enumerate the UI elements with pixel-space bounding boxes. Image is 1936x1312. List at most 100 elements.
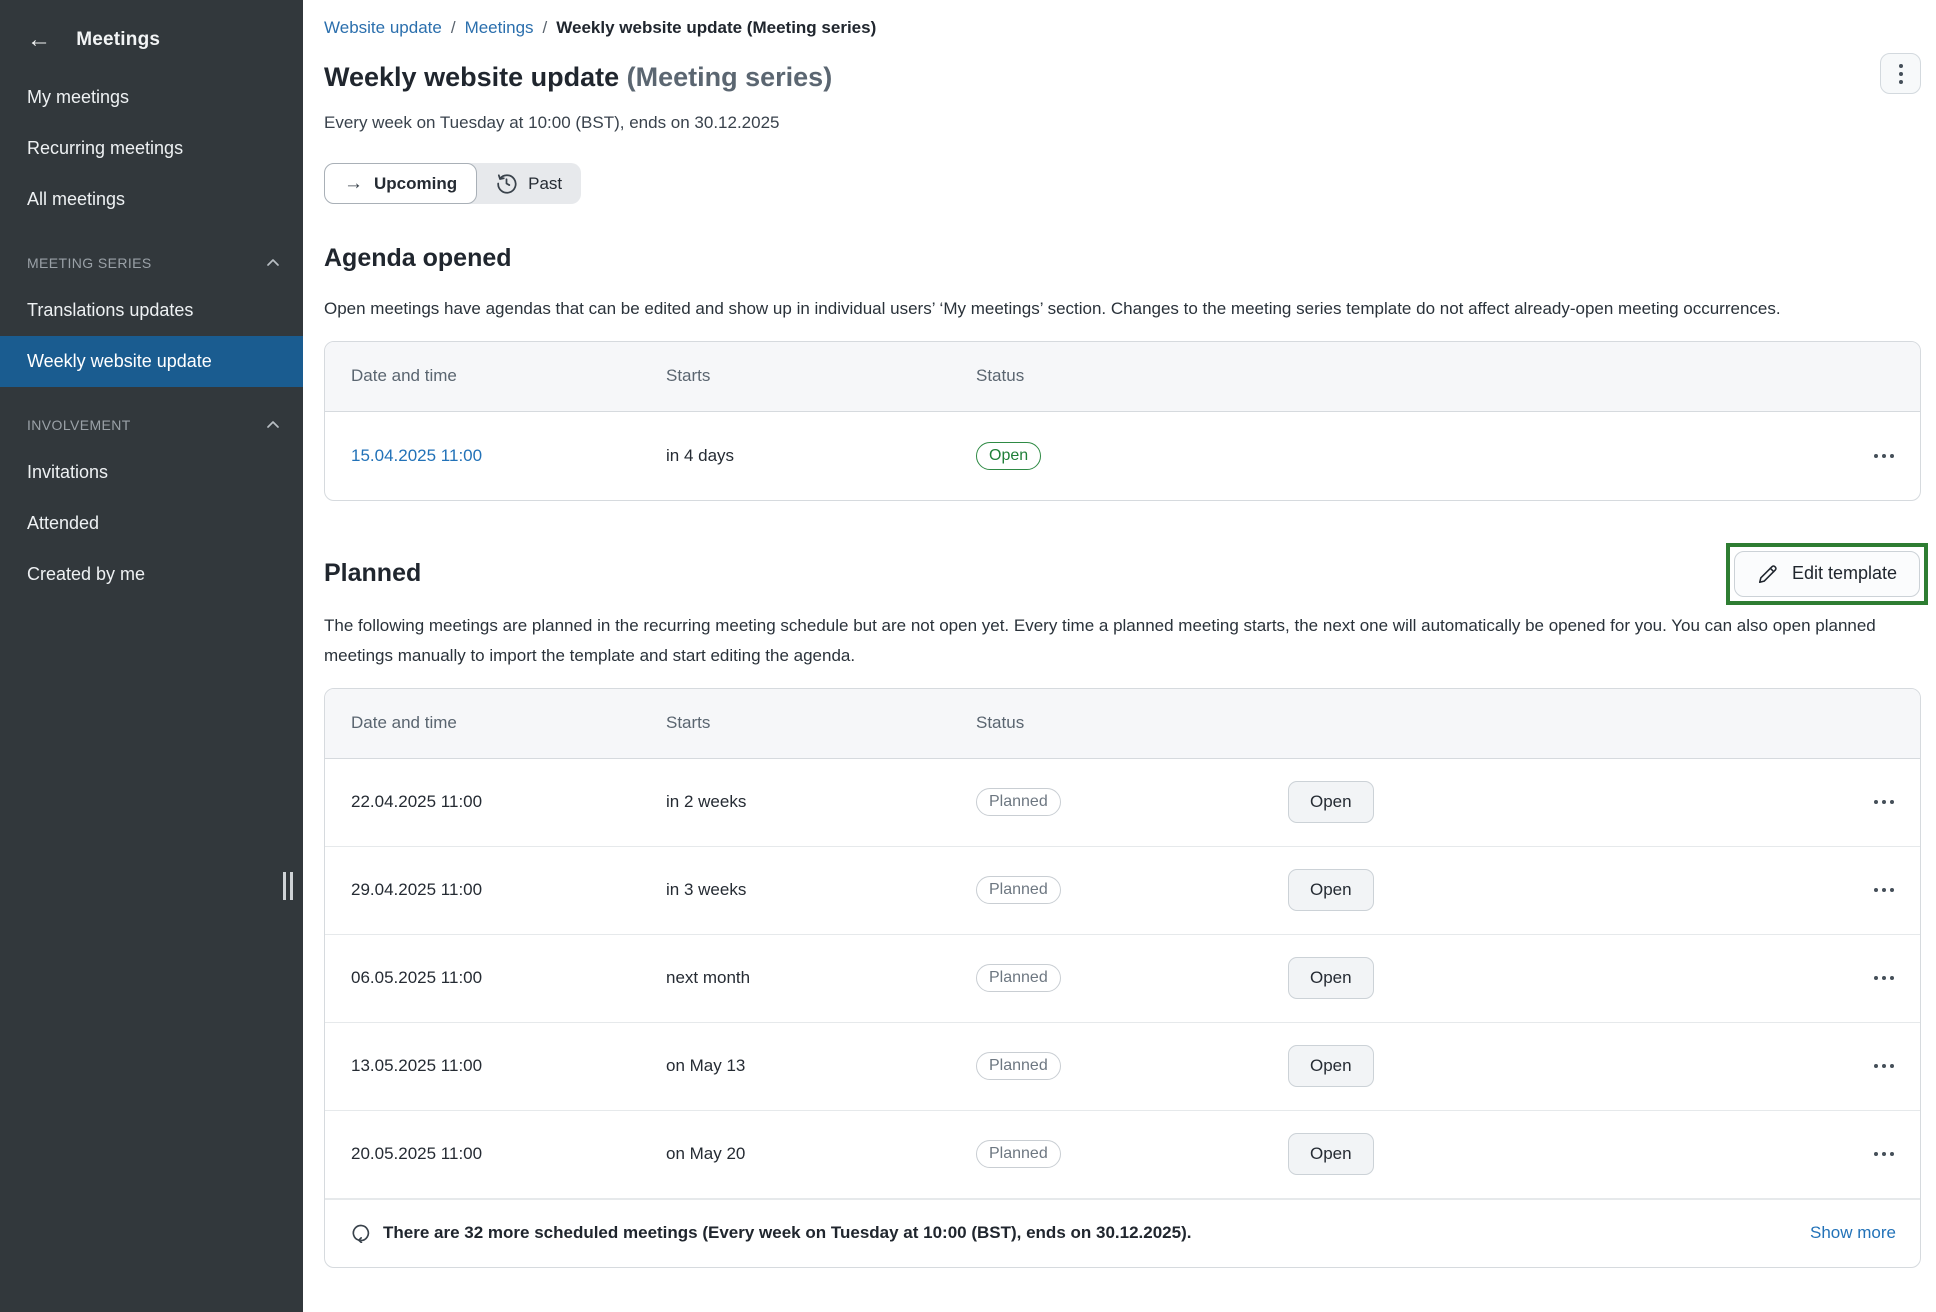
meeting-date: 20.05.2025 11:00 — [351, 1144, 666, 1164]
meeting-starts: in 3 weeks — [666, 880, 976, 900]
meeting-starts: next month — [666, 968, 976, 988]
tab-upcoming[interactable]: → Upcoming — [324, 163, 477, 204]
ellipsis-icon — [1874, 800, 1894, 804]
table-row: 20.05.2025 11:00 on May 20 Planned Open — [325, 1111, 1920, 1199]
agenda-opened-description: Open meetings have agendas that can be e… — [324, 294, 1914, 324]
tab-bar: → Upcoming Past — [324, 163, 581, 204]
sidebar-section-involvement[interactable]: INVOLVEMENT — [0, 403, 303, 447]
open-meeting-button[interactable]: Open — [1288, 957, 1374, 999]
status-badge-planned: Planned — [976, 788, 1061, 816]
tab-past-label: Past — [528, 174, 562, 194]
column-starts: Starts — [666, 713, 976, 733]
open-meeting-button[interactable]: Open — [1288, 869, 1374, 911]
sidebar-item-created-by-me[interactable]: Created by me — [0, 549, 303, 600]
breadcrumb-separator: / — [451, 18, 456, 38]
row-menu-button[interactable] — [1872, 794, 1896, 810]
sidebar-collapse-handle[interactable] — [279, 868, 297, 904]
meeting-date: 13.05.2025 11:00 — [351, 1056, 666, 1076]
open-meeting-button[interactable]: Open — [1288, 1045, 1374, 1087]
breadcrumb-current: Weekly website update (Meeting series) — [556, 18, 876, 38]
column-starts: Starts — [666, 366, 976, 386]
row-menu-button[interactable] — [1872, 882, 1896, 898]
planned-heading: Planned — [324, 559, 421, 588]
table-row: 15.04.2025 11:00 in 4 days Open — [325, 412, 1920, 500]
ellipsis-icon — [1874, 1064, 1894, 1068]
sidebar-item-all-meetings[interactable]: All meetings — [0, 174, 303, 225]
meeting-starts: in 2 weeks — [666, 792, 976, 812]
sidebar-item-translations-updates[interactable]: Translations updates — [0, 285, 303, 336]
ellipsis-icon — [1874, 976, 1894, 980]
page-title-suffix: (Meeting series) — [627, 62, 833, 92]
table-row: 13.05.2025 11:00 on May 13 Planned Open — [325, 1023, 1920, 1111]
table-header: Date and time Starts Status — [325, 342, 1920, 412]
row-menu-button[interactable] — [1872, 1058, 1896, 1074]
table-header: Date and time Starts Status — [325, 689, 1920, 759]
sidebar: ← Meetings My meetings Recurring meeting… — [0, 0, 303, 1312]
breadcrumb-separator: / — [543, 18, 548, 38]
sidebar-section-label: INVOLVEMENT — [27, 417, 131, 433]
ellipsis-vertical-icon — [1899, 64, 1903, 84]
column-date-and-time: Date and time — [351, 366, 666, 386]
table-row: 22.04.2025 11:00 in 2 weeks Planned Open — [325, 759, 1920, 847]
column-status: Status — [976, 366, 1288, 386]
status-badge-open: Open — [976, 442, 1041, 470]
more-meetings-text: There are 32 more scheduled meetings (Ev… — [383, 1223, 1191, 1243]
sidebar-item-attended[interactable]: Attended — [0, 498, 303, 549]
planned-description: The following meetings are planned in th… — [324, 611, 1914, 671]
sidebar-item-recurring-meetings[interactable]: Recurring meetings — [0, 123, 303, 174]
ellipsis-icon — [1874, 1152, 1894, 1156]
meeting-starts: in 4 days — [666, 446, 976, 466]
more-meetings-summary: There are 32 more scheduled meetings (Ev… — [351, 1223, 1191, 1243]
main-content: Website update / Meetings / Weekly websi… — [303, 0, 1936, 1312]
edit-template-label: Edit template — [1792, 563, 1897, 584]
recurrence-icon — [351, 1223, 371, 1243]
pencil-icon — [1757, 563, 1779, 585]
arrow-right-icon: → — [344, 173, 363, 195]
breadcrumb-link-website-update[interactable]: Website update — [324, 18, 442, 38]
status-badge-planned: Planned — [976, 1140, 1061, 1168]
meeting-date: 29.04.2025 11:00 — [351, 880, 666, 900]
chevron-up-icon — [265, 255, 281, 271]
sidebar-header: ← Meetings — [0, 0, 303, 60]
table-row: 29.04.2025 11:00 in 3 weeks Planned Open — [325, 847, 1920, 935]
sidebar-item-my-meetings[interactable]: My meetings — [0, 72, 303, 123]
row-menu-button[interactable] — [1872, 1146, 1896, 1162]
meeting-date-link[interactable]: 15.04.2025 11:00 — [351, 446, 666, 466]
open-meeting-button[interactable]: Open — [1288, 1133, 1374, 1175]
breadcrumb-link-meetings[interactable]: Meetings — [465, 18, 534, 38]
chevron-up-icon — [265, 417, 281, 433]
ellipsis-icon — [1874, 888, 1894, 892]
status-badge-planned: Planned — [976, 964, 1061, 992]
meeting-starts: on May 13 — [666, 1056, 976, 1076]
show-more-link[interactable]: Show more — [1810, 1223, 1896, 1243]
page-menu-button[interactable] — [1880, 53, 1921, 94]
breadcrumb: Website update / Meetings / Weekly websi… — [324, 18, 1921, 38]
meeting-starts: on May 20 — [666, 1144, 976, 1164]
table-footer: There are 32 more scheduled meetings (Ev… — [325, 1199, 1920, 1267]
status-badge-planned: Planned — [976, 1052, 1061, 1080]
column-status: Status — [976, 713, 1288, 733]
edit-template-highlight-box: Edit template — [1726, 543, 1928, 605]
schedule-text: Every week on Tuesday at 10:00 (BST), en… — [324, 113, 1921, 133]
back-arrow-icon[interactable]: ← — [27, 28, 51, 52]
column-date-and-time: Date and time — [351, 713, 666, 733]
tab-past[interactable]: Past — [477, 163, 581, 204]
meeting-date: 22.04.2025 11:00 — [351, 792, 666, 812]
sidebar-item-invitations[interactable]: Invitations — [0, 447, 303, 498]
row-menu-button[interactable] — [1872, 970, 1896, 986]
row-menu-button[interactable] — [1872, 448, 1896, 464]
ellipsis-icon — [1874, 454, 1894, 458]
table-row: 06.05.2025 11:00 next month Planned Open — [325, 935, 1920, 1023]
agenda-opened-heading: Agenda opened — [324, 244, 1921, 273]
sidebar-title: Meetings — [76, 29, 160, 51]
sidebar-nav: My meetings Recurring meetings All meeti… — [0, 72, 303, 600]
sidebar-section-label: MEETING SERIES — [27, 255, 152, 271]
edit-template-button[interactable]: Edit template — [1734, 551, 1920, 597]
status-badge-planned: Planned — [976, 876, 1061, 904]
sidebar-item-weekly-website-update[interactable]: Weekly website update — [0, 336, 303, 387]
planned-table: Date and time Starts Status 22.04.2025 1… — [324, 688, 1921, 1268]
page-title: Weekly website update (Meeting series) — [324, 62, 1921, 93]
open-meeting-button[interactable]: Open — [1288, 781, 1374, 823]
meeting-date: 06.05.2025 11:00 — [351, 968, 666, 988]
sidebar-section-meeting-series[interactable]: MEETING SERIES — [0, 241, 303, 285]
